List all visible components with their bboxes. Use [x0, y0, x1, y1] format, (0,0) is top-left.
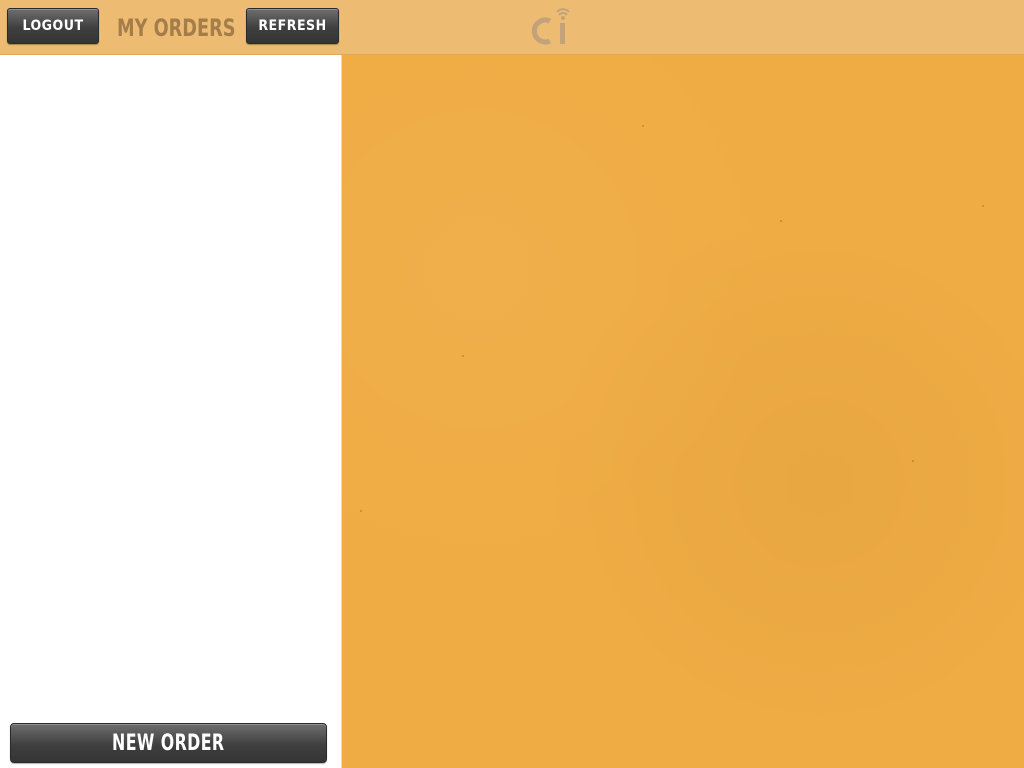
top-bar: LOGOUT MY ORDERS REFRESH	[0, 0, 1024, 55]
new-order-button[interactable]: NEW ORDER	[10, 723, 327, 763]
logout-button[interactable]: LOGOUT	[7, 8, 99, 44]
refresh-button[interactable]: REFRESH	[246, 8, 339, 44]
ci-logo-icon	[524, 4, 574, 48]
orders-list-panel[interactable]	[0, 55, 341, 768]
new-order-label: NEW ORDER	[112, 730, 225, 756]
page-title: MY ORDERS	[117, 14, 236, 42]
app-window: LOGOUT MY ORDERS REFRESH NEW ORDER	[0, 0, 1024, 768]
order-detail-area	[341, 55, 1024, 768]
